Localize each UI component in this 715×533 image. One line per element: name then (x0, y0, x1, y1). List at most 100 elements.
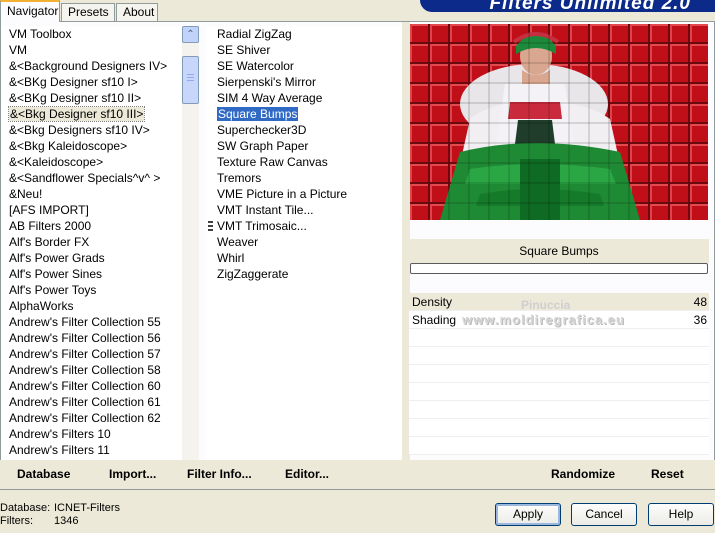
apply-button[interactable]: Apply (495, 503, 561, 526)
category-label: Alf's Power Grads (9, 251, 105, 265)
filter-item[interactable]: Weaver (206, 234, 402, 250)
param-row-empty (409, 419, 709, 437)
category-label: &<Kaleidoscope> (9, 155, 104, 169)
filter-label: ZigZaggerate (217, 267, 289, 281)
category-list[interactable]: VM Toolbox VM &<Background Designers IV> &<… (1, 26, 182, 480)
filter-item[interactable]: Superchecker3D (206, 122, 402, 138)
category-item[interactable]: &<Bkg Designer sf10 III> (1, 106, 182, 122)
help-button[interactable]: Help (648, 503, 714, 526)
filter-label: SW Graph Paper (217, 139, 309, 153)
param-value[interactable]: 48 (694, 293, 707, 311)
category-item[interactable]: Alf's Power Toys (1, 282, 182, 298)
filter-list[interactable]: Radial ZigZag SE Shiver SE Watercolor Sierp… (206, 26, 402, 480)
filter-label: VMT Trimosaic... (217, 219, 307, 233)
tab-navigator[interactable]: Navigator (0, 0, 60, 22)
category-item[interactable]: &<Sandflower Specials^v^ > (1, 170, 182, 186)
randomize-button[interactable]: Randomize (551, 465, 615, 483)
category-item[interactable]: Andrew's Filter Collection 60 (1, 378, 182, 394)
category-label: Andrew's Filter Collection 58 (9, 363, 161, 377)
filter-label: Weaver (217, 235, 259, 249)
category-item[interactable]: Andrew's Filter Collection 56 (1, 330, 182, 346)
filter-label: Whirl (217, 251, 245, 265)
filter-item[interactable]: Tremors (206, 170, 402, 186)
category-item[interactable]: Andrew's Filters 10 (1, 426, 182, 442)
app-banner: Filters Unlimited 2.0 (420, 0, 715, 12)
filter-item[interactable]: VMT Instant Tile... (206, 202, 402, 218)
database-label: Database: (0, 502, 51, 514)
param-row-empty (409, 383, 709, 401)
category-item[interactable]: Andrew's Filter Collection 62 (1, 410, 182, 426)
import-button[interactable]: Import... (109, 465, 156, 483)
bottom-toolbar: Database Import... Filter Info... Editor… (0, 460, 715, 489)
category-label: Andrew's Filter Collection 57 (9, 347, 161, 361)
category-item[interactable]: [AFS IMPORT] (1, 202, 182, 218)
filter-label: Superchecker3D (217, 123, 307, 137)
watermark-author: Pinuccia (521, 298, 571, 312)
category-item[interactable]: VM (1, 42, 182, 58)
app-title: Filters Unlimited 2.0 (489, 0, 691, 12)
category-item[interactable]: AB Filters 2000 (1, 218, 182, 234)
tab-about[interactable]: About (116, 3, 158, 21)
filter-item[interactable]: SE Shiver (206, 42, 402, 58)
param-row-empty (409, 329, 709, 347)
filter-item[interactable]: ZigZaggerate (206, 266, 402, 282)
reset-button[interactable]: Reset (651, 465, 684, 483)
category-item[interactable]: &Neu! (1, 186, 182, 202)
filter-label: Square Bumps (217, 107, 299, 121)
filter-label: Texture Raw Canvas (217, 155, 328, 169)
category-label: &<Bkg Designers sf10 IV> (9, 123, 150, 137)
category-item[interactable]: Alf's Power Sines (1, 266, 182, 282)
filter-label: SE Shiver (217, 43, 271, 57)
category-item[interactable]: VM Toolbox (1, 26, 182, 42)
scroll-thumb[interactable] (182, 56, 199, 104)
filter-item[interactable]: Whirl (206, 250, 402, 266)
category-label: &Neu! (9, 187, 43, 201)
category-label: &<Bkg Designer sf10 III> (7, 106, 146, 122)
category-item[interactable]: &<Kaleidoscope> (1, 154, 182, 170)
scroll-up-button[interactable]: ⌃ (182, 26, 199, 43)
preview-image (410, 24, 708, 220)
category-item[interactable]: Alf's Border FX (1, 234, 182, 250)
category-item[interactable]: &<Bkg Designers sf10 IV> (1, 122, 182, 138)
tab-presets[interactable]: Presets (61, 3, 115, 21)
category-item[interactable]: Andrew's Filter Collection 55 (1, 314, 182, 330)
filter-item[interactable]: SE Watercolor (206, 58, 402, 74)
category-label: &<BKg Designer sf10 II> (9, 91, 142, 105)
param-row-empty (409, 401, 709, 419)
filter-item[interactable]: Radial ZigZag (206, 26, 402, 42)
category-item[interactable]: Andrew's Filter Collection 57 (1, 346, 182, 362)
category-label: &<BKg Designer sf10 I> (9, 75, 138, 89)
cancel-button[interactable]: Cancel (571, 503, 637, 526)
filter-item[interactable]: SIM 4 Way Average (206, 90, 402, 106)
category-item[interactable]: Alf's Power Grads (1, 250, 182, 266)
category-item[interactable]: Andrew's Filter Collection 61 (1, 394, 182, 410)
category-item[interactable]: &<BKg Designer sf10 I> (1, 74, 182, 90)
category-label: Andrew's Filter Collection 55 (9, 315, 161, 329)
category-label: Andrew's Filters 10 (9, 427, 111, 441)
filter-item[interactable]: SW Graph Paper (206, 138, 402, 154)
filter-item[interactable]: VMT Trimosaic... (206, 218, 402, 234)
category-item[interactable]: &<Background Designers IV> (1, 58, 182, 74)
preview-picture (410, 24, 708, 220)
filter-label: VME Picture in a Picture (217, 187, 348, 201)
category-item[interactable]: Andrew's Filters 11 (1, 442, 182, 458)
editor-button[interactable]: Editor... (285, 465, 329, 483)
category-label: VM Toolbox (9, 27, 72, 41)
category-item[interactable]: &<Bkg Kaleidoscope> (1, 138, 182, 154)
category-item[interactable]: AlphaWorks (1, 298, 182, 314)
category-item[interactable]: &<BKg Designer sf10 II> (1, 90, 182, 106)
filters-count-label: Filters: (0, 515, 33, 527)
param-value[interactable]: 36 (694, 311, 707, 329)
category-item[interactable]: Andrew's Filter Collection 58 (1, 362, 182, 378)
filter-label: Tremors (217, 171, 262, 185)
param-label: Shading (412, 313, 457, 327)
database-button[interactable]: Database (17, 465, 70, 483)
filter-item[interactable]: Sierpenski's Mirror (206, 74, 402, 90)
category-label: VM (9, 43, 27, 57)
category-scrollbar[interactable]: ⌃ ⌄ (182, 26, 199, 480)
category-label: Alf's Power Sines (9, 267, 102, 281)
filter-item[interactable]: Texture Raw Canvas (206, 154, 402, 170)
filter-item[interactable]: VME Picture in a Picture (206, 186, 402, 202)
filter-info-button[interactable]: Filter Info... (187, 465, 252, 483)
filter-item[interactable]: Square Bumps (206, 106, 402, 122)
